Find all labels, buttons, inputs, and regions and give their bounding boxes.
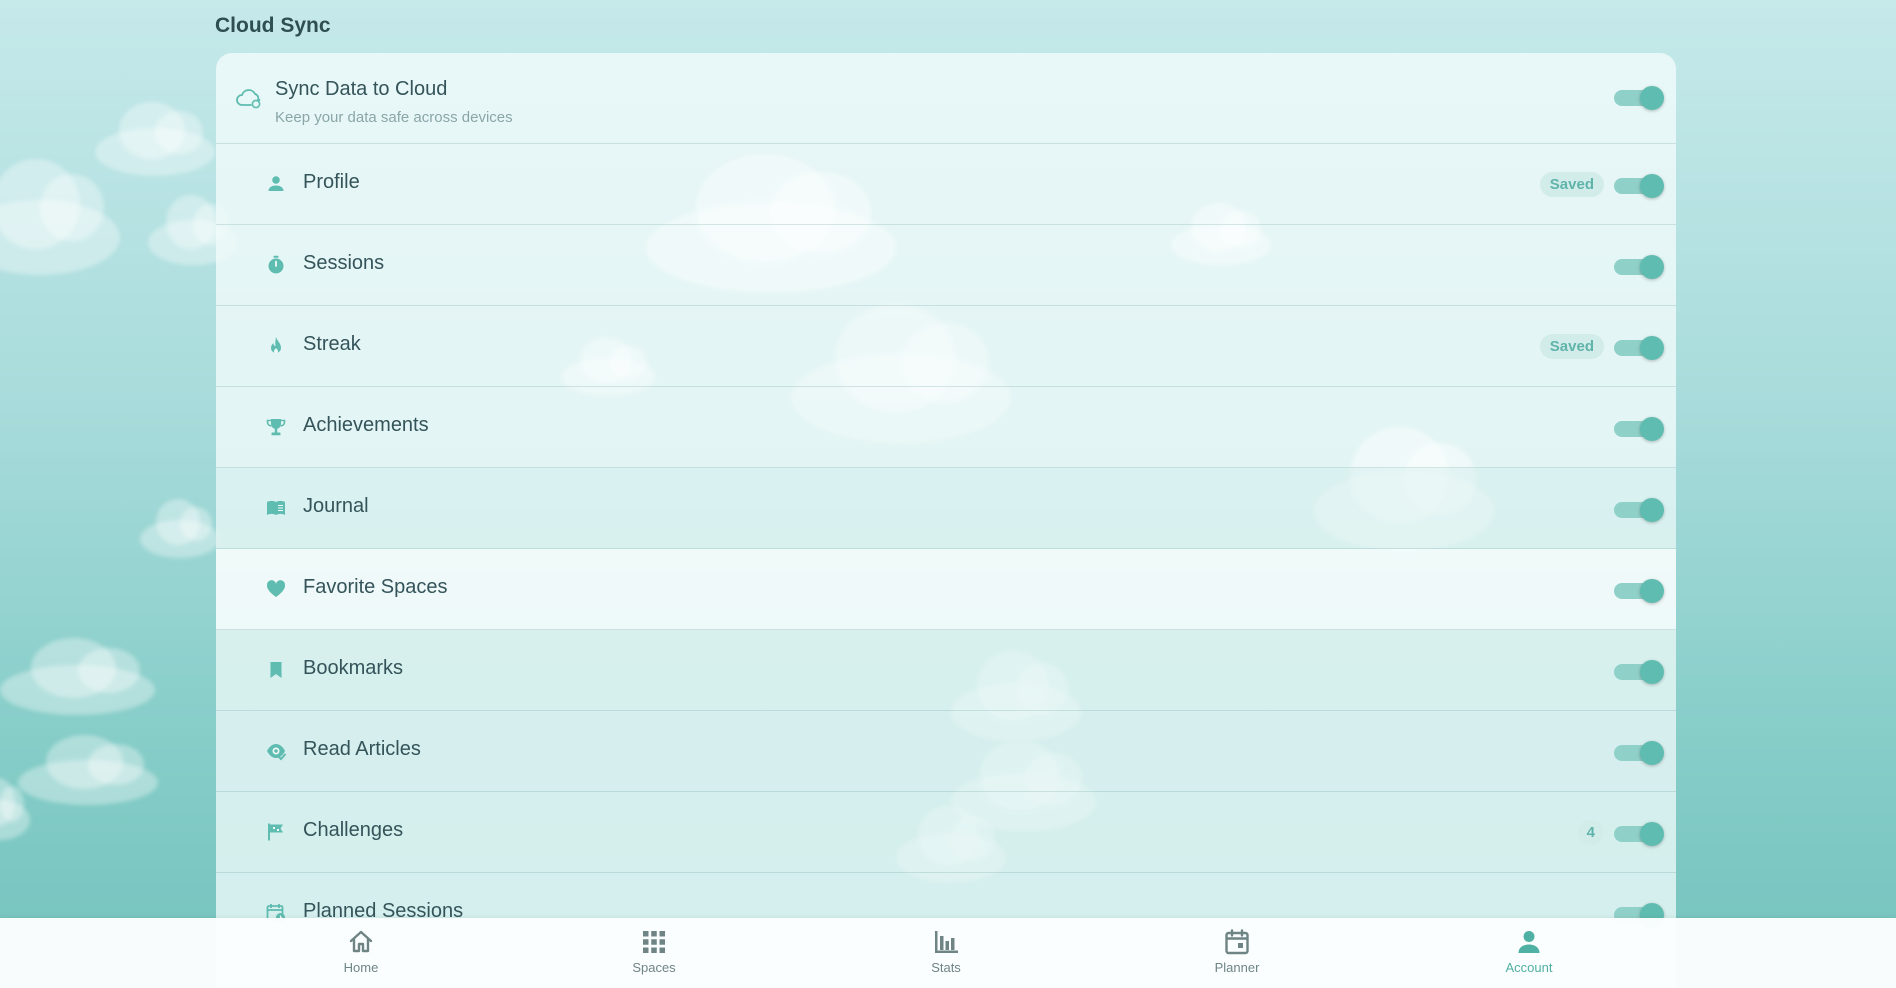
nav-stats-label: Stats <box>931 960 961 975</box>
sync-item-label: Journal <box>303 495 369 517</box>
background-cloud <box>0 158 120 275</box>
sync-item-label: Streak <box>303 333 361 355</box>
toggle-knob <box>1640 255 1664 279</box>
bookmarks-toggle[interactable] <box>1614 660 1664 684</box>
trophy-icon <box>266 419 286 436</box>
sync-item-label: Read Articles <box>303 738 421 760</box>
sessions-toggle[interactable] <box>1614 255 1664 279</box>
count-badge: 4 <box>1577 820 1604 845</box>
toggle-knob <box>1640 498 1664 522</box>
profile-toggle[interactable] <box>1614 174 1664 198</box>
journal-toggle[interactable] <box>1614 498 1664 522</box>
toggle-knob <box>1640 741 1664 765</box>
sync-item-journal[interactable]: Journal <box>216 468 1676 549</box>
eye-check-icon <box>267 744 286 761</box>
toggle-knob <box>1640 660 1664 684</box>
sync-item-profile[interactable]: Profile Saved <box>216 144 1676 225</box>
sync-item-label: Sessions <box>303 252 385 274</box>
section-title: Cloud Sync <box>215 14 331 37</box>
sync-item-bookmarks[interactable]: Bookmarks <box>216 630 1676 711</box>
nav-account-label: Account <box>1505 960 1553 975</box>
bottom-navigation: Home Spaces Stats Planner Account <box>0 918 1896 988</box>
sync-item-read-articles[interactable]: Read Articles <box>216 711 1676 792</box>
sync-master-subtitle: Keep your data safe across devices <box>275 109 513 126</box>
toggle-knob <box>1640 336 1664 360</box>
book-icon <box>267 500 285 515</box>
sync-master-row[interactable]: Sync Data to Cloud Keep your data safe a… <box>216 53 1676 144</box>
bar-chart-icon <box>935 931 958 953</box>
read-articles-toggle[interactable] <box>1614 741 1664 765</box>
timer-icon <box>268 255 284 274</box>
heart-icon <box>266 580 286 597</box>
favorite-spaces-toggle[interactable] <box>1614 579 1664 603</box>
bookmark-icon <box>270 662 282 678</box>
background-cloud <box>18 735 158 805</box>
nav-planner-label: Planner <box>1214 960 1260 975</box>
flag-icon <box>268 823 283 841</box>
background-cloud <box>0 637 155 715</box>
nav-spaces[interactable]: Spaces <box>594 928 714 975</box>
streak-toggle[interactable] <box>1614 336 1664 360</box>
toggle-knob <box>1640 86 1664 110</box>
nav-stats[interactable]: Stats <box>886 928 1006 975</box>
sync-item-label: Achievements <box>303 414 429 436</box>
toggle-knob <box>1640 174 1664 198</box>
saved-badge: Saved <box>1539 334 1604 359</box>
sync-item-favorite-spaces[interactable]: Favorite Spaces <box>216 549 1676 630</box>
cloud-sync-icon <box>236 89 261 109</box>
sync-item-sessions[interactable]: Sessions <box>216 225 1676 306</box>
sync-master-title: Sync Data to Cloud <box>275 78 448 100</box>
background-cloud <box>95 101 215 176</box>
sync-master-toggle[interactable] <box>1614 86 1664 110</box>
sync-item-label: Favorite Spaces <box>303 576 448 598</box>
person-icon <box>268 176 284 191</box>
sync-item-achievements[interactable]: Achievements <box>216 387 1676 468</box>
background-cloud <box>140 499 220 558</box>
sync-item-label: Challenges <box>303 819 404 841</box>
home-icon <box>349 930 373 953</box>
sync-item-label: Bookmarks <box>303 657 404 679</box>
challenges-toggle[interactable] <box>1614 822 1664 846</box>
cloud-sync-card: Sync Data to Cloud Keep your data safe a… <box>216 53 1676 988</box>
sync-item-streak[interactable]: Streak Saved <box>216 306 1676 387</box>
grid-icon <box>643 931 665 953</box>
achievements-toggle[interactable] <box>1614 417 1664 441</box>
nav-home-label: Home <box>343 960 379 975</box>
nav-spaces-label: Spaces <box>632 960 676 975</box>
nav-account[interactable]: Account <box>1469 928 1589 975</box>
toggle-knob <box>1640 417 1664 441</box>
flame-icon <box>271 337 281 354</box>
calendar-icon <box>1225 929 1249 955</box>
nav-planner[interactable]: Planner <box>1177 928 1297 975</box>
background-cloud <box>0 778 30 840</box>
sync-item-challenges[interactable]: Challenges 4 <box>216 792 1676 873</box>
sync-item-label: Profile <box>303 171 360 193</box>
person-icon <box>1518 931 1540 953</box>
toggle-knob <box>1640 579 1664 603</box>
nav-home[interactable]: Home <box>301 928 421 975</box>
toggle-knob <box>1640 822 1664 846</box>
saved-badge: Saved <box>1539 172 1604 197</box>
